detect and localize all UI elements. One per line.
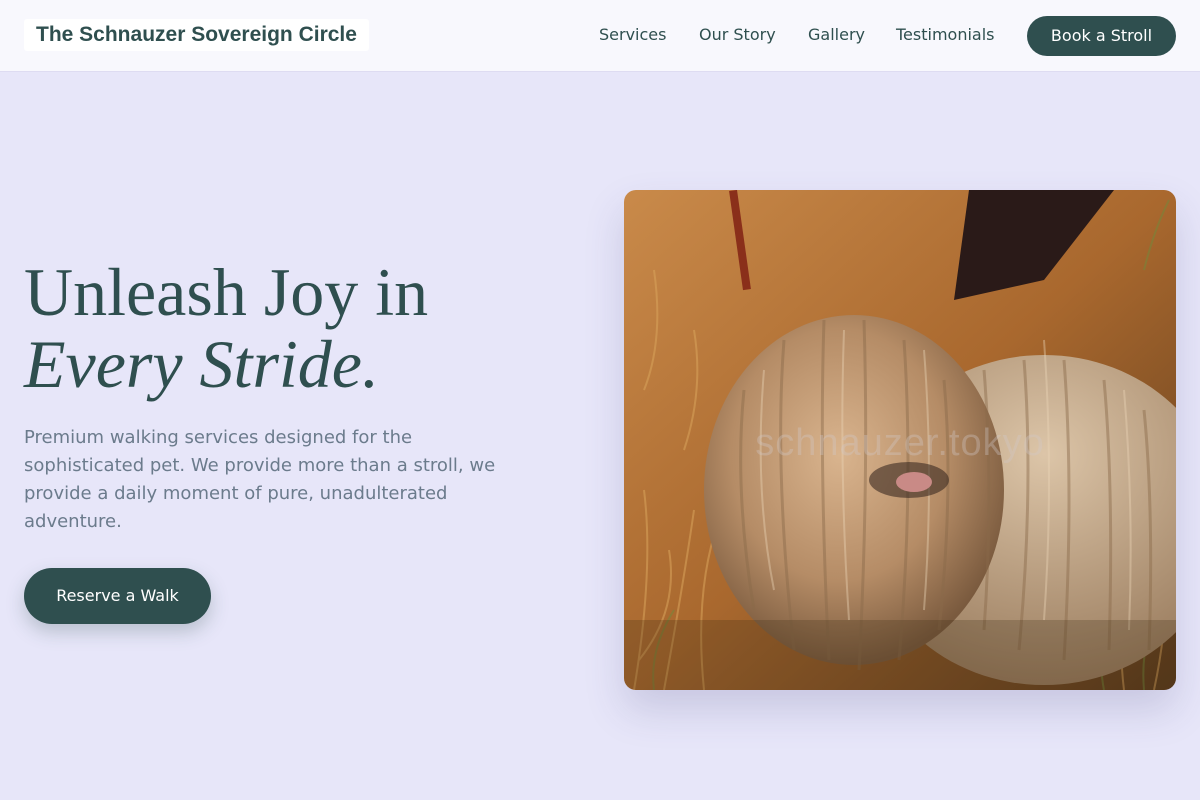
reserve-walk-button[interactable]: Reserve a Walk — [24, 568, 211, 624]
hero-dog-photo: schnauzer.tokyo — [624, 190, 1176, 690]
hero-headline-line2: Every Stride. — [24, 326, 379, 402]
hero-headline: Unleash Joy in Every Stride. — [24, 256, 428, 400]
hero-subtitle: Premium walking services designed for th… — [24, 427, 496, 532]
image-watermark: schnauzer.tokyo — [755, 422, 1045, 464]
nav-link-gallery[interactable]: Gallery — [808, 24, 865, 46]
site-header: The Schnauzer Sovereign Circle Services … — [0, 0, 1200, 72]
nav-link-testimonials[interactable]: Testimonials — [896, 24, 995, 46]
brand-logo[interactable]: The Schnauzer Sovereign Circle — [24, 19, 369, 51]
hero-headline-line1: Unleash Joy in — [24, 254, 429, 330]
book-stroll-button[interactable]: Book a Stroll — [1027, 16, 1176, 56]
nav-link-services[interactable]: Services — [599, 24, 666, 46]
nav-link-our-story[interactable]: Our Story — [699, 24, 776, 46]
